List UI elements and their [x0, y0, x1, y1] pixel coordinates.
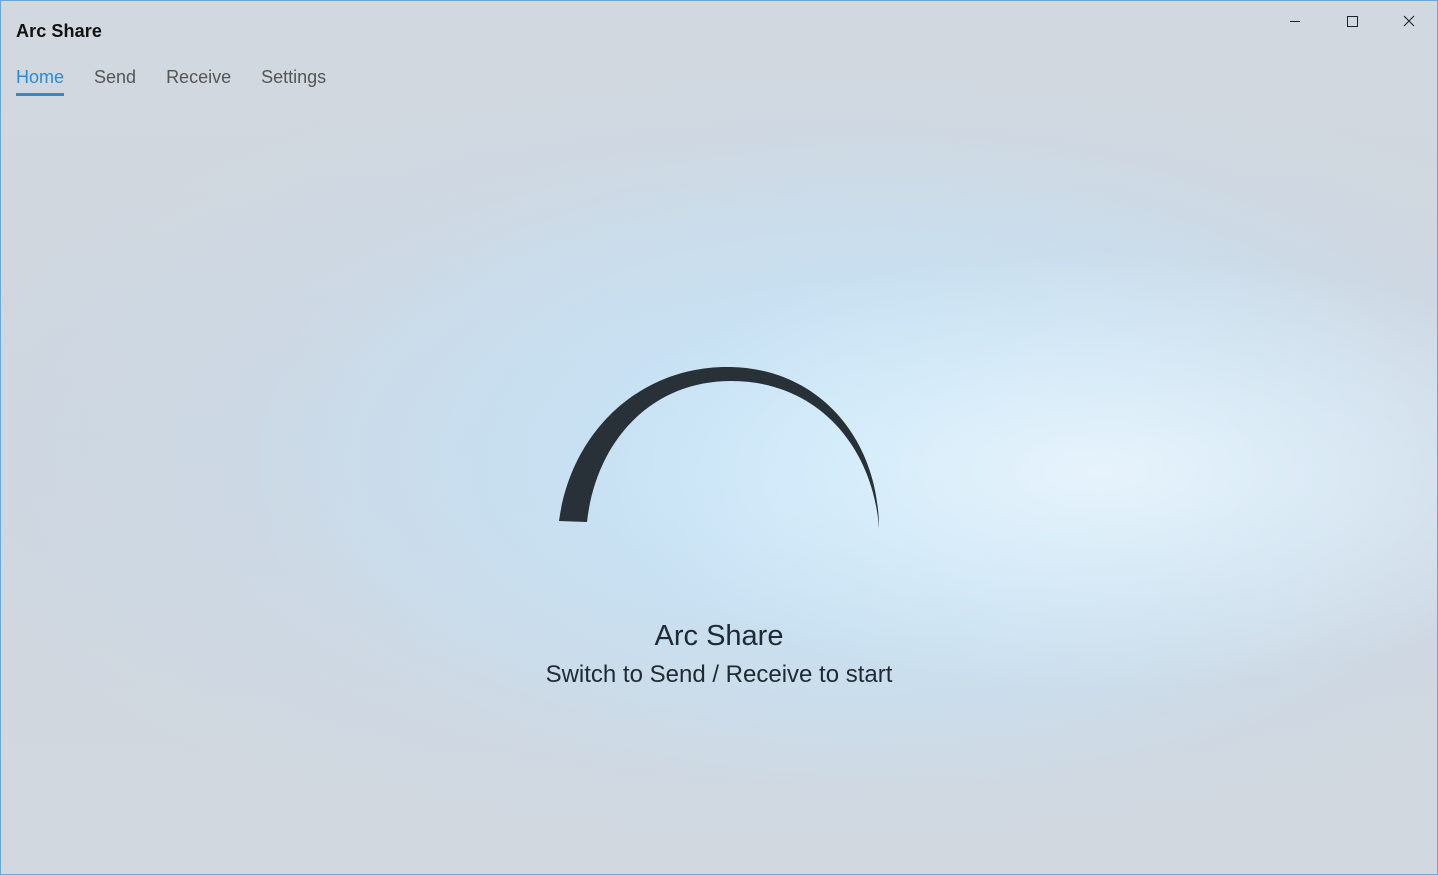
nav-tabs: Home Send Receive Settings — [16, 67, 356, 96]
hero-title: Arc Share — [654, 620, 784, 652]
tab-receive[interactable]: Receive — [166, 67, 231, 96]
tab-home[interactable]: Home — [16, 67, 65, 96]
maximize-button[interactable] — [1323, 1, 1380, 41]
tab-settings[interactable]: Settings — [261, 67, 326, 96]
close-button[interactable] — [1380, 1, 1437, 41]
title-bar[interactable]: Arc Share — [1, 1, 1437, 49]
app-title: Arc Share — [16, 21, 102, 41]
tab-send[interactable]: Send — [94, 67, 136, 96]
close-icon — [1403, 15, 1414, 27]
minimize-icon — [1289, 21, 1300, 22]
window-controls — [1266, 1, 1437, 41]
hero-subtitle: Switch to Send / Receive to start — [545, 661, 893, 688]
arc-logo-icon — [559, 366, 879, 529]
maximize-icon — [1346, 16, 1358, 27]
minimize-button[interactable] — [1266, 1, 1323, 41]
app-window: Arc Share Home Send Receive Settings Arc… — [0, 0, 1438, 875]
